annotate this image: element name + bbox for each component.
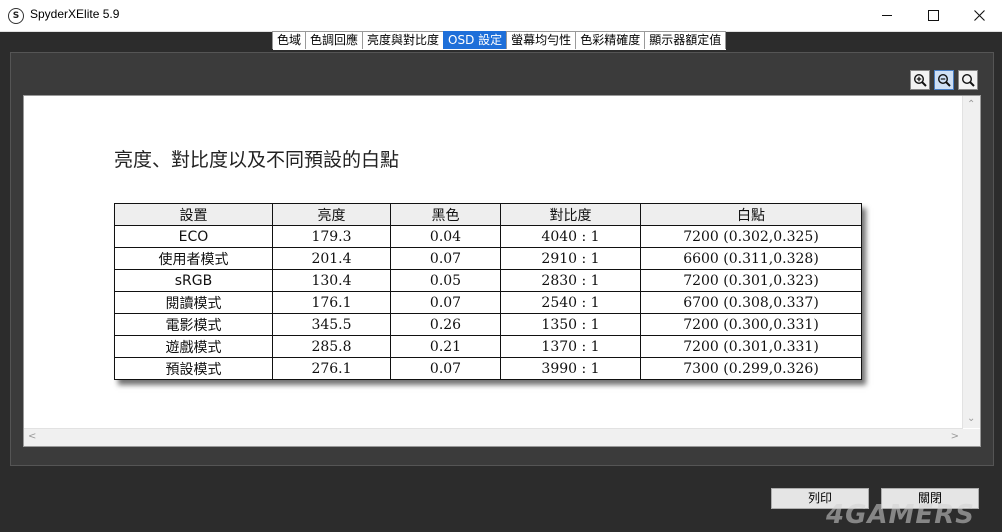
report-page: 亮度、對比度以及不同預設的白點 設置 亮度 黑色 對比度 白點 ECO 179.3 0.04… <box>23 95 981 447</box>
table-cell: 176.1 <box>272 291 391 314</box>
table-row: ECO 179.3 0.04 4040 : 1 7200 (0.302,0.325) <box>114 225 862 248</box>
window-title: SpyderXElite 5.9 <box>30 7 120 21</box>
table-cell: 7200 (0.302,0.325) <box>640 225 862 248</box>
results-table-wrapper: 設置 亮度 黑色 對比度 白點 ECO 179.3 0.04 4040 : 1 7200 (0.… <box>114 203 862 380</box>
scroll-right-icon[interactable]: > <box>951 432 959 442</box>
table-cell: 4040 : 1 <box>500 225 641 248</box>
table-cell: 2830 : 1 <box>500 269 641 292</box>
close-window-button[interactable] <box>956 0 1002 31</box>
table-cell: 0.07 <box>390 357 501 380</box>
minimize-button[interactable] <box>864 0 910 31</box>
tab-3[interactable]: OSD 設定 <box>443 31 508 49</box>
table-cell: 0.26 <box>390 313 501 336</box>
tab-0[interactable]: 色域 <box>272 31 307 49</box>
scroll-down-icon[interactable]: ⌄ <box>967 414 975 424</box>
maximize-icon <box>927 10 939 21</box>
table-cell: 2540 : 1 <box>500 291 641 314</box>
table-cell: 遊戲模式 <box>114 335 273 358</box>
table-cell: 0.21 <box>390 335 501 358</box>
table-row: 預設模式 276.1 0.07 3990 : 1 7300 (0.299,0.326) <box>114 357 862 380</box>
table-cell: 285.8 <box>272 335 391 358</box>
vertical-scrollbar[interactable]: ⌃ ⌄ <box>962 96 980 428</box>
table-cell: 7200 (0.301,0.323) <box>640 269 862 292</box>
watermark-logo: 4GAMERS <box>826 500 975 530</box>
table-cell: 130.4 <box>272 269 391 292</box>
zoom-out-icon <box>937 73 951 87</box>
table-cell: 電影模式 <box>114 313 273 336</box>
zoom-toolbar <box>910 70 978 90</box>
table-cell: 7300 (0.299,0.326) <box>640 357 862 380</box>
table-cell: 1350 : 1 <box>500 313 641 336</box>
table-cell: 7200 (0.300,0.331) <box>640 313 862 336</box>
scroll-up-icon[interactable]: ⌃ <box>967 100 975 110</box>
table-header-row: 設置 亮度 黑色 對比度 白點 <box>114 203 862 226</box>
table-cell: 1370 : 1 <box>500 335 641 358</box>
table-cell: 201.4 <box>272 247 391 270</box>
table-cell: 0.05 <box>390 269 501 292</box>
table-cell: 6700 (0.308,0.337) <box>640 291 862 314</box>
tab-5[interactable]: 色彩精確度 <box>575 31 646 49</box>
zoom-fit-button[interactable] <box>958 70 978 90</box>
results-table: 設置 亮度 黑色 對比度 白點 ECO 179.3 0.04 4040 : 1 7200 (0.… <box>114 203 862 380</box>
table-cell: 使用者模式 <box>114 247 273 270</box>
column-header: 對比度 <box>500 203 641 226</box>
tab-6[interactable]: 顯示器額定值 <box>644 31 727 49</box>
table-row: 電影模式 345.5 0.26 1350 : 1 7200 (0.300,0.331) <box>114 313 862 336</box>
table-row: 閱讀模式 176.1 0.07 2540 : 1 6700 (0.308,0.337) <box>114 291 862 314</box>
horizontal-scrollbar[interactable]: < > <box>24 428 963 446</box>
tab-strip: 色域 色調回應 亮度與對比度 OSD 設定 螢幕均勻性 色彩精確度 顯示器額定值 <box>272 31 727 50</box>
table-cell: 0.07 <box>390 291 501 314</box>
table-row: 遊戲模式 285.8 0.21 1370 : 1 7200 (0.301,0.331) <box>114 335 862 358</box>
zoom-out-button[interactable] <box>934 70 954 90</box>
column-header: 白點 <box>640 203 862 226</box>
scroll-left-icon[interactable]: < <box>28 432 36 442</box>
report-title: 亮度、對比度以及不同預設的白點 <box>114 149 400 171</box>
magnifier-icon <box>961 73 975 87</box>
column-header: 設置 <box>114 203 273 226</box>
column-header: 亮度 <box>272 203 391 226</box>
zoom-in-button[interactable] <box>910 70 930 90</box>
table-cell: 3990 : 1 <box>500 357 641 380</box>
table-body: ECO 179.3 0.04 4040 : 1 7200 (0.302,0.325) 使用… <box>114 225 862 380</box>
table-row: 使用者模式 201.4 0.07 2910 : 1 6600 (0.311,0.328) <box>114 247 862 270</box>
table-cell: 閱讀模式 <box>114 291 273 314</box>
minimize-icon <box>882 15 892 16</box>
table-cell: 6600 (0.311,0.328) <box>640 247 862 270</box>
app-logo-icon: S <box>8 8 24 24</box>
title-bar: S SpyderXElite 5.9 <box>0 0 1002 32</box>
tab-4[interactable]: 螢幕均勻性 <box>506 31 577 49</box>
table-row: sRGB 130.4 0.05 2830 : 1 7200 (0.301,0.323) <box>114 269 862 292</box>
zoom-in-icon <box>913 73 927 87</box>
table-cell: 0.07 <box>390 247 501 270</box>
table-cell: 0.04 <box>390 225 501 248</box>
tab-1[interactable]: 色調回應 <box>305 31 364 49</box>
table-cell: 7200 (0.301,0.331) <box>640 335 862 358</box>
table-cell: ECO <box>114 225 273 248</box>
scroll-corner <box>963 429 980 446</box>
table-cell: 345.5 <box>272 313 391 336</box>
table-cell: 2910 : 1 <box>500 247 641 270</box>
tab-2[interactable]: 亮度與對比度 <box>362 31 445 49</box>
table-cell: sRGB <box>114 269 273 292</box>
maximize-button[interactable] <box>910 0 956 31</box>
table-cell: 預設模式 <box>114 357 273 380</box>
table-cell: 179.3 <box>272 225 391 248</box>
column-header: 黑色 <box>390 203 501 226</box>
table-cell: 276.1 <box>272 357 391 380</box>
close-icon <box>973 10 985 21</box>
